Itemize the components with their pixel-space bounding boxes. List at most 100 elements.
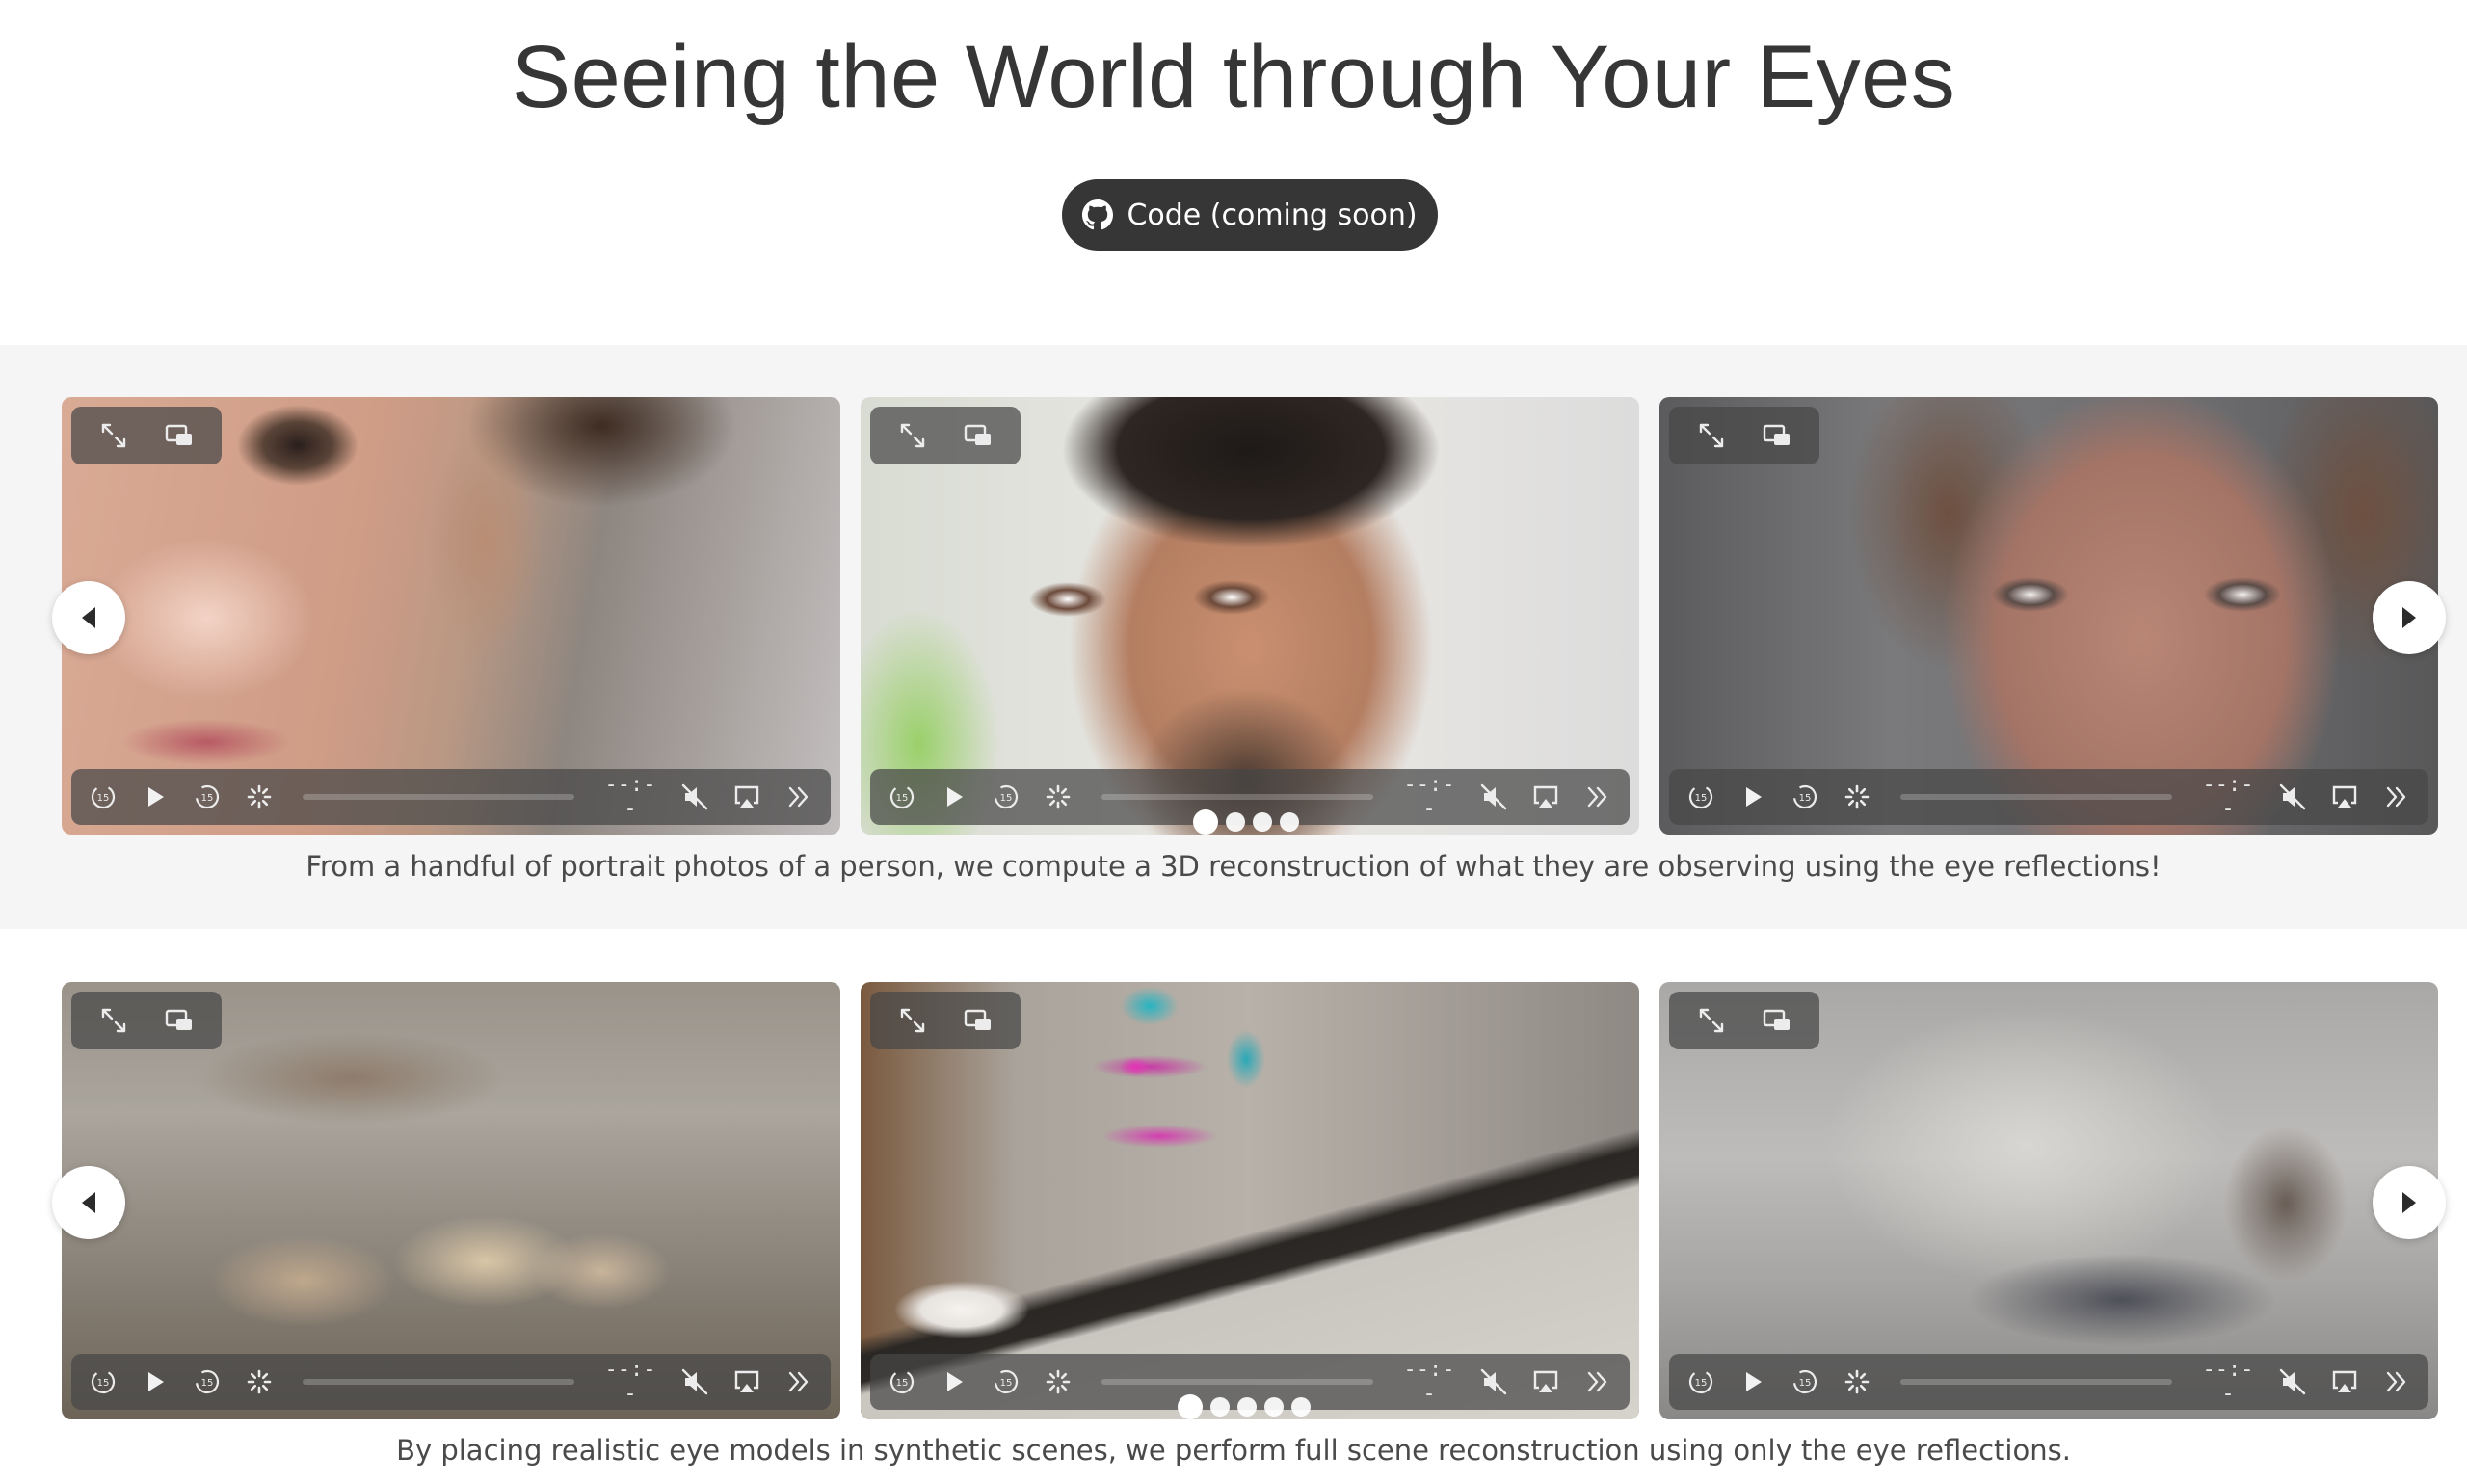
fullscreen-icon[interactable] [895,418,930,453]
carousel-next-button[interactable] [2373,581,2446,654]
pagination-dot[interactable] [1178,1394,1203,1419]
rewind-15-icon[interactable]: 15 [1684,781,1717,813]
svg-text:15: 15 [201,793,214,804]
loading-spinner-icon [243,781,276,813]
svg-text:15: 15 [201,1378,214,1389]
svg-text:15: 15 [896,793,909,804]
video-player[interactable]: 15 15 --:-- [861,397,1639,835]
muted-speaker-icon[interactable] [1477,781,1510,813]
pagination-dot[interactable] [1253,812,1272,832]
picture-in-picture-icon[interactable] [162,1003,197,1038]
chevron-right-icon [2399,605,2420,630]
rewind-15-icon[interactable]: 15 [886,781,918,813]
muted-speaker-icon[interactable] [678,781,711,813]
play-icon[interactable] [938,1365,970,1398]
carousel-next-button[interactable] [2373,1166,2446,1239]
pagination-dot[interactable] [1280,812,1299,832]
pagination-dot[interactable] [1237,1397,1257,1417]
picture-in-picture-icon[interactable] [162,418,197,453]
picture-in-picture-icon[interactable] [961,418,995,453]
svg-text:15: 15 [1000,1378,1013,1389]
video-scrubber[interactable] [1900,1379,2172,1385]
fullscreen-icon[interactable] [1694,1003,1729,1038]
pagination-dot[interactable] [1291,1397,1311,1417]
video-player[interactable]: 15 15 --:-- [62,982,840,1419]
double-chevron-icon[interactable] [2380,781,2413,813]
forward-15-icon[interactable]: 15 [1789,781,1821,813]
fullscreen-icon[interactable] [1694,418,1729,453]
code-button-label: Code (coming soon) [1127,198,1418,232]
loading-spinner-icon [1042,781,1074,813]
video-top-controls [71,407,222,464]
pagination-dot[interactable] [1210,1397,1230,1417]
forward-15-icon[interactable]: 15 [990,1365,1022,1398]
play-icon[interactable] [1737,1365,1769,1398]
play-icon[interactable] [938,781,970,813]
picture-in-picture-icon[interactable] [961,1003,995,1038]
svg-text:15: 15 [1799,1378,1812,1389]
double-chevron-icon[interactable] [783,1365,815,1398]
fullscreen-icon[interactable] [895,1003,930,1038]
forward-15-icon[interactable]: 15 [191,1365,224,1398]
video-scrubber[interactable] [1101,794,1373,800]
video-scrubber[interactable] [303,1379,574,1385]
video-scrubber[interactable] [1900,794,2172,800]
video-time: --:-- [1403,773,1455,821]
video-scrubber[interactable] [303,794,574,800]
video-player[interactable]: 15 15 --:-- [1659,982,2438,1419]
double-chevron-icon[interactable] [2380,1365,2413,1398]
muted-speaker-icon[interactable] [678,1365,711,1398]
play-icon[interactable] [139,1365,172,1398]
pagination-dot[interactable] [1226,812,1245,832]
airplay-icon[interactable] [2328,781,2361,813]
airplay-icon[interactable] [730,1365,763,1398]
video-control-bar: 15 15 --:-- [71,769,831,825]
play-icon[interactable] [1737,781,1769,813]
airplay-icon[interactable] [1529,781,1562,813]
video-top-controls [1669,407,1819,464]
rewind-15-icon[interactable]: 15 [1684,1365,1717,1398]
svg-text:15: 15 [97,793,110,804]
muted-speaker-icon[interactable] [1477,1365,1510,1398]
airplay-icon[interactable] [1529,1365,1562,1398]
picture-in-picture-icon[interactable] [1760,1003,1794,1038]
github-icon [1082,199,1114,230]
carousel-prev-button[interactable] [52,581,125,654]
video-player[interactable]: 15 15 --:-- [1659,397,2438,835]
video-scrubber[interactable] [1101,1379,1373,1385]
video-top-controls [71,992,222,1049]
loading-spinner-icon [1042,1365,1074,1398]
video-player[interactable]: 15 15 --:-- [861,982,1639,1419]
rewind-15-icon[interactable]: 15 [87,781,119,813]
fullscreen-icon[interactable] [96,1003,131,1038]
muted-speaker-icon[interactable] [2276,781,2309,813]
double-chevron-icon[interactable] [1581,1365,1614,1398]
video-time: --:-- [604,1358,656,1406]
pagination-dot[interactable] [1193,809,1218,835]
double-chevron-icon[interactable] [1581,781,1614,813]
svg-text:15: 15 [1695,793,1708,804]
svg-text:15: 15 [1000,793,1013,804]
double-chevron-icon[interactable] [783,781,815,813]
synthetic-caption: By placing realistic eye models in synth… [396,1434,2071,1467]
pagination-dot[interactable] [1264,1397,1284,1417]
airplay-icon[interactable] [2328,1365,2361,1398]
forward-15-icon[interactable]: 15 [191,781,224,813]
svg-text:15: 15 [97,1378,110,1389]
video-player[interactable]: 15 15 --:-- [62,397,840,835]
carousel-prev-button[interactable] [52,1166,125,1239]
forward-15-icon[interactable]: 15 [1789,1365,1821,1398]
play-icon[interactable] [139,781,172,813]
rewind-15-icon[interactable]: 15 [87,1365,119,1398]
code-button[interactable]: Code (coming soon) [1062,179,1438,251]
rewind-15-icon[interactable]: 15 [886,1365,918,1398]
svg-text:15: 15 [1799,793,1812,804]
forward-15-icon[interactable]: 15 [990,781,1022,813]
airplay-icon[interactable] [730,781,763,813]
picture-in-picture-icon[interactable] [1760,418,1794,453]
video-time: --:-- [1403,1358,1455,1406]
video-top-controls [870,407,1021,464]
muted-speaker-icon[interactable] [2276,1365,2309,1398]
carousel-pagination [1178,1394,1311,1419]
fullscreen-icon[interactable] [96,418,131,453]
